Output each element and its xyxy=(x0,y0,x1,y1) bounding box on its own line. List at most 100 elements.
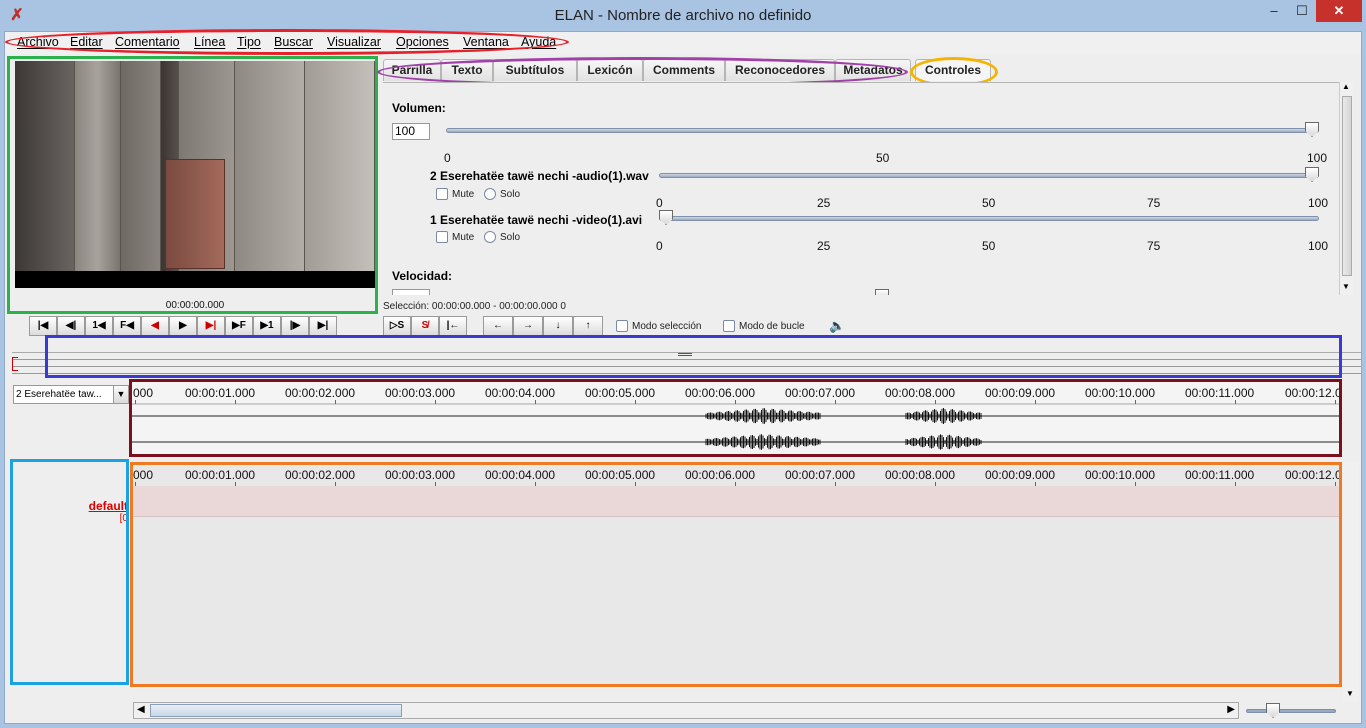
video-track-name: 1 Eserehatëe tawë nechi -video(1).avi xyxy=(430,213,643,227)
waveform-time-tick: 00:00:08.000 xyxy=(885,386,956,400)
title-bar: ✗ ELAN - Nombre de archivo no definido –… xyxy=(0,0,1366,32)
tier-row-default[interactable] xyxy=(131,486,1339,517)
video-viewer[interactable] xyxy=(15,61,375,288)
close-button[interactable]: ✕ xyxy=(1316,0,1362,22)
video-tick: 25 xyxy=(817,239,831,253)
menu-ayuda[interactable]: Ayuda xyxy=(521,35,556,49)
timeline-time-tick: 00:00:09.000 xyxy=(985,468,1056,482)
zoom-slider-thumb[interactable] xyxy=(1266,703,1280,718)
video-time-label: 00:00:00.000 xyxy=(165,300,225,311)
volume-label: Volumen: xyxy=(392,101,446,115)
nav-up-button[interactable]: ↑ xyxy=(573,316,603,336)
audio-solo-label: Solo xyxy=(500,189,521,200)
audio-volume-slider[interactable] xyxy=(659,173,1319,178)
clear-selection-button[interactable]: S̸ xyxy=(411,316,439,336)
go-to-begin-button[interactable]: |◀ xyxy=(29,316,57,336)
crosshair-marker xyxy=(12,357,18,371)
next-frame-button[interactable]: |▶ xyxy=(281,316,309,336)
tab-metadatos[interactable]: Metadatos xyxy=(835,59,911,81)
timeline-time-tick: 00:00:04.000 xyxy=(485,468,556,482)
prev-frame-button[interactable]: ◀| xyxy=(57,316,85,336)
volume-tick: 100 xyxy=(1307,151,1328,165)
waveform-viewer[interactable]: 000 00:00:01.000 00:00:02.000 00:00:03.000 0… xyxy=(131,380,1339,455)
video-solo-label: Solo xyxy=(500,232,521,243)
menu-buscar[interactable]: Buscar xyxy=(274,35,313,49)
selection-mode-checkbox[interactable] xyxy=(616,320,628,332)
scroll-thumb[interactable] xyxy=(150,704,402,717)
speed-slider-thumb[interactable] xyxy=(875,289,889,295)
video-mute-checkbox[interactable] xyxy=(436,231,448,243)
video-mute-label: Mute xyxy=(452,232,475,243)
tab-comments[interactable]: Comments xyxy=(643,59,725,81)
timeline-horizontal-scrollbar[interactable]: ◀ ▶ xyxy=(133,702,1239,719)
main-window: Archivo Editar Comentario Línea Tipo Bus… xyxy=(4,29,1362,724)
controls-panel: Volumen: 100 0 50 100 2 Eserehatëe tawë … xyxy=(383,82,1341,295)
waveform-time-tick: 00:00:05.000 xyxy=(585,386,656,400)
audio-tick: 25 xyxy=(817,196,831,210)
volume-slider[interactable] xyxy=(446,128,1319,133)
timeline-time-tick: 000 xyxy=(133,468,154,482)
menu-ventana[interactable]: Ventana xyxy=(463,35,509,49)
video-volume-slider[interactable] xyxy=(659,216,1319,221)
zoom-slider[interactable] xyxy=(1246,709,1336,713)
volume-slider-thumb[interactable] xyxy=(1305,122,1319,137)
video-slider-thumb[interactable] xyxy=(659,210,673,225)
timeline-time-tick: 00:00:06.000 xyxy=(685,468,756,482)
go-to-end-button[interactable]: ▶| xyxy=(309,316,337,336)
waveform-time-tick: 00:00:12.0 xyxy=(1285,386,1339,400)
speaker-icon[interactable]: 🔈 xyxy=(829,318,845,334)
window-title: ELAN - Nombre de archivo no definido xyxy=(554,7,812,24)
nav-left-button[interactable]: ← xyxy=(483,316,513,336)
controls-scrollbar[interactable]: ▲ ▼ xyxy=(1339,82,1353,295)
speed-input[interactable] xyxy=(392,289,430,295)
waveform-ruler: 000 00:00:01.000 00:00:02.000 00:00:03.000 0… xyxy=(131,386,1339,404)
selection-begin-button[interactable]: |← xyxy=(439,316,467,336)
next-second-button[interactable]: ▶1 xyxy=(253,316,281,336)
loop-mode-checkbox[interactable] xyxy=(723,320,735,332)
track-selector[interactable]: 2 Eserehatëe taw... xyxy=(13,385,129,404)
tab-texto[interactable]: Texto xyxy=(441,59,493,81)
next-pixel-button[interactable]: ▶| xyxy=(197,316,225,336)
nav-right-button[interactable]: → xyxy=(513,316,543,336)
prev-pixel-button[interactable]: ◀ xyxy=(141,316,169,336)
next-frame-step-button[interactable]: ▶F xyxy=(225,316,253,336)
menu-linea[interactable]: Línea xyxy=(194,35,225,49)
prev-frame-step-button[interactable]: F◀ xyxy=(113,316,141,336)
chevron-down-icon[interactable]: ▼ xyxy=(113,385,129,404)
menu-visualizar[interactable]: Visualizar xyxy=(327,35,381,49)
volume-input[interactable]: 100 xyxy=(392,123,430,140)
scroll-right-icon[interactable]: ▶ xyxy=(1227,704,1235,715)
tab-lexicon[interactable]: Lexicón xyxy=(577,59,643,81)
timeline-time-tick: 00:00:11.000 xyxy=(1185,468,1255,482)
audio-tick: 75 xyxy=(1147,196,1161,210)
menu-comentario[interactable]: Comentario xyxy=(115,35,180,49)
tier-name[interactable]: default xyxy=(89,499,128,513)
prev-second-button[interactable]: 1◀ xyxy=(85,316,113,336)
audio-tick: 0 xyxy=(656,196,663,210)
timeline-time-tick: 00:00:10.000 xyxy=(1085,468,1156,482)
menu-archivo[interactable]: Archivo xyxy=(17,35,59,49)
menu-editar[interactable]: Editar xyxy=(70,35,103,49)
maximize-button[interactable]: ☐ xyxy=(1288,0,1316,22)
loop-mode-label: Modo de bucle xyxy=(739,321,805,332)
audio-mute-label: Mute xyxy=(452,189,475,200)
tab-subtitulos[interactable]: Subtítulos xyxy=(493,59,577,81)
play-selection-button[interactable]: ▷S xyxy=(383,316,411,336)
tab-controles[interactable]: Controles xyxy=(915,59,991,81)
play-button[interactable]: ▶ xyxy=(169,316,197,336)
splitter-handle[interactable] xyxy=(678,353,692,356)
timeline-vertical-scrollbar[interactable]: ▼ xyxy=(1343,461,1359,701)
menu-opciones[interactable]: Opciones xyxy=(396,35,449,49)
scroll-left-icon[interactable]: ◀ xyxy=(137,704,145,715)
tab-parrilla[interactable]: Parrilla xyxy=(383,59,441,81)
minimize-button[interactable]: – xyxy=(1260,0,1288,22)
audio-mute-checkbox[interactable] xyxy=(436,188,448,200)
tier-names-panel: default [0 xyxy=(12,461,128,688)
audio-solo-radio[interactable] xyxy=(484,188,496,200)
tab-reconocedores[interactable]: Reconocedores xyxy=(725,59,835,81)
nav-down-button[interactable]: ↓ xyxy=(543,316,573,336)
annotation-timeline[interactable]: 000 00:00:01.000 00:00:02.000 00:00:03.000 0… xyxy=(131,465,1339,685)
menu-tipo[interactable]: Tipo xyxy=(237,35,261,49)
video-solo-radio[interactable] xyxy=(484,231,496,243)
audio-slider-thumb[interactable] xyxy=(1305,167,1319,182)
